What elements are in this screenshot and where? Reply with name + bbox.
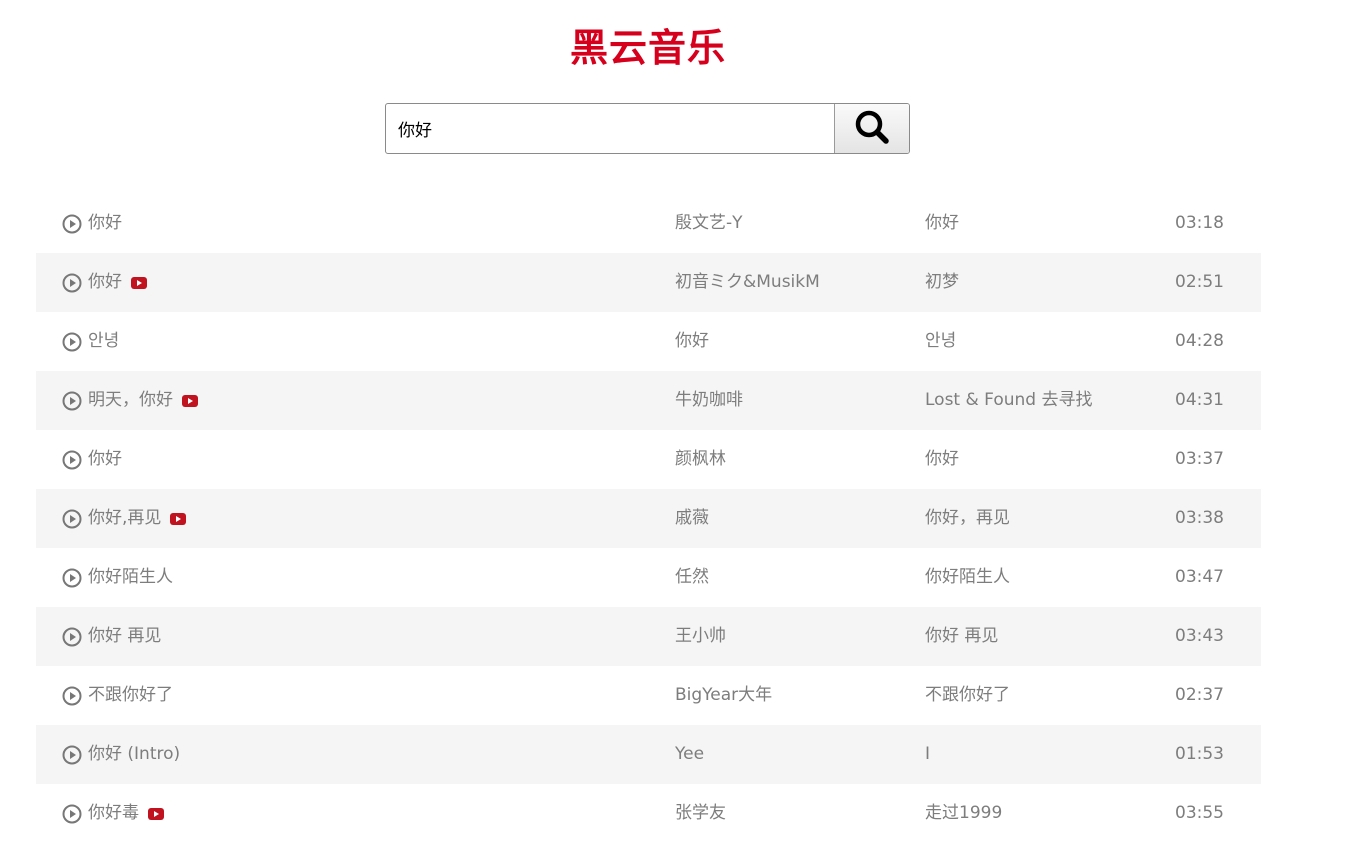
song-artist[interactable]: 牛奶咖啡 xyxy=(675,371,743,430)
song-title[interactable]: 안녕 xyxy=(88,312,119,371)
song-row[interactable]: 你好,再见 戚薇 你好，再见 03:38 xyxy=(36,489,1261,548)
song-title-cell: 不跟你好了 xyxy=(62,666,173,725)
song-row[interactable]: 你好陌生人 任然 你好陌生人 03:47 xyxy=(36,548,1261,607)
song-title[interactable]: 明天，你好 xyxy=(88,371,173,430)
song-album[interactable]: Lost & Found 去寻找 xyxy=(925,371,1092,430)
song-title-cell: 你好毒 xyxy=(62,784,164,843)
mv-icon[interactable] xyxy=(148,807,164,820)
mv-icon[interactable] xyxy=(131,276,147,289)
song-row[interactable]: 你好 颜枫林 你好 03:37 xyxy=(36,430,1261,489)
song-artist[interactable]: 戚薇 xyxy=(675,489,709,548)
app-title: 黑云音乐 xyxy=(569,26,726,70)
mv-icon[interactable] xyxy=(170,512,187,525)
song-title[interactable]: 你好毒 xyxy=(88,784,139,843)
play-icon[interactable] xyxy=(62,804,82,824)
play-icon[interactable] xyxy=(62,627,82,647)
results-list: 你好 殷文艺-Y 你好 03:18 你好 初音ミク&MusikM 初梦 02:51 안녕 你好 안녕… xyxy=(36,194,1261,843)
search-box xyxy=(385,103,910,154)
song-title-cell: 你好 再见 xyxy=(62,607,161,666)
song-artist[interactable]: BigYear大年 xyxy=(675,666,772,725)
song-album[interactable]: 初梦 xyxy=(925,253,959,312)
play-icon[interactable] xyxy=(62,686,82,706)
play-icon[interactable] xyxy=(62,450,82,470)
song-title[interactable]: 你好,再见 xyxy=(88,489,161,548)
song-album[interactable]: 走过1999 xyxy=(925,784,1002,843)
song-duration: 03:38 xyxy=(1175,508,1224,528)
song-duration: 02:51 xyxy=(1175,272,1224,292)
song-artist[interactable]: 王小帅 xyxy=(675,607,726,666)
song-title[interactable]: 你好陌生人 xyxy=(88,548,173,607)
search-icon xyxy=(853,108,891,149)
song-title-cell: 你好 xyxy=(62,194,122,253)
song-artist[interactable]: 任然 xyxy=(675,548,709,607)
song-album[interactable]: 你好，再见 xyxy=(925,489,1010,548)
song-duration: 02:37 xyxy=(1175,685,1224,705)
play-icon[interactable] xyxy=(62,509,82,529)
song-duration: 04:31 xyxy=(1175,390,1224,410)
song-artist[interactable]: 颜枫林 xyxy=(675,430,726,489)
play-icon[interactable] xyxy=(62,214,82,234)
song-row[interactable]: 안녕 你好 안녕 04:28 xyxy=(36,312,1261,371)
song-album[interactable]: 你好陌生人 xyxy=(925,548,1010,607)
song-row[interactable]: 不跟你好了 BigYear大年 不跟你好了 02:37 xyxy=(36,666,1261,725)
song-duration: 03:55 xyxy=(1175,803,1224,823)
song-artist[interactable]: 张学友 xyxy=(675,784,726,843)
song-title[interactable]: 你好 (Intro) xyxy=(88,725,180,784)
search-input[interactable] xyxy=(386,104,834,153)
song-row[interactable]: 你好 殷文艺-Y 你好 03:18 xyxy=(36,194,1261,253)
song-duration: 03:47 xyxy=(1175,567,1224,587)
song-artist[interactable]: Yee xyxy=(675,725,704,784)
song-row[interactable]: 你好 初音ミク&MusikM 初梦 02:51 xyxy=(36,253,1261,312)
song-title-cell: 你好 xyxy=(62,253,147,312)
song-album[interactable]: 你好 xyxy=(925,430,959,489)
song-album[interactable]: 你好 xyxy=(925,194,959,253)
song-title[interactable]: 不跟你好了 xyxy=(88,666,173,725)
song-row[interactable]: 你好 再见 王小帅 你好 再见 03:43 xyxy=(36,607,1261,666)
mv-icon[interactable] xyxy=(182,394,198,407)
song-title-cell: 你好 (Intro) xyxy=(62,725,180,784)
song-title-cell: 明天，你好 xyxy=(62,371,198,430)
song-title-cell: 你好 xyxy=(62,430,122,489)
song-artist[interactable]: 初音ミク&MusikM xyxy=(675,253,820,312)
song-title[interactable]: 你好 xyxy=(88,253,122,312)
song-album[interactable]: 你好 再见 xyxy=(925,607,998,666)
play-icon[interactable] xyxy=(62,391,82,411)
song-title[interactable]: 你好 xyxy=(88,430,122,489)
play-icon[interactable] xyxy=(62,568,82,588)
play-icon[interactable] xyxy=(62,332,82,352)
song-duration: 03:18 xyxy=(1175,213,1224,233)
song-title[interactable]: 你好 再见 xyxy=(88,607,161,666)
song-artist[interactable]: 你好 xyxy=(675,312,709,371)
song-title-cell: 你好陌生人 xyxy=(62,548,173,607)
song-artist[interactable]: 殷文艺-Y xyxy=(675,194,743,253)
song-row[interactable]: 你好毒 张学友 走过1999 03:55 xyxy=(36,784,1261,843)
song-album[interactable]: 不跟你好了 xyxy=(925,666,1010,725)
song-duration: 04:28 xyxy=(1175,331,1224,351)
search-button[interactable] xyxy=(834,104,909,153)
song-album[interactable]: I xyxy=(925,725,930,784)
song-title-cell: 안녕 xyxy=(62,312,119,371)
song-row[interactable]: 明天，你好 牛奶咖啡 Lost & Found 去寻找 04:31 xyxy=(36,371,1261,430)
song-duration: 01:53 xyxy=(1175,744,1224,764)
play-icon[interactable] xyxy=(62,745,82,765)
song-title[interactable]: 你好 xyxy=(88,194,122,253)
play-icon[interactable] xyxy=(62,273,82,293)
song-duration: 03:37 xyxy=(1175,449,1224,469)
song-duration: 03:43 xyxy=(1175,626,1224,646)
song-row[interactable]: 你好 (Intro) Yee I 01:53 xyxy=(36,725,1261,784)
song-title-cell: 你好,再见 xyxy=(62,489,187,548)
song-album[interactable]: 안녕 xyxy=(925,312,956,371)
